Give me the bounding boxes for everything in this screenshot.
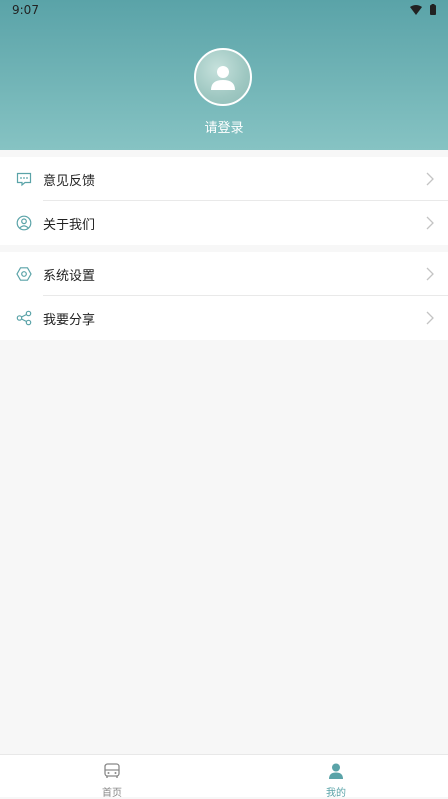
tab-home[interactable]: 首页 (82, 763, 142, 799)
user-icon (329, 763, 343, 779)
menu-item-label: 系统设置 (43, 269, 96, 284)
status-bar: 9:07 (0, 0, 448, 20)
bottom-tab-bar: 首页 我的 (0, 754, 448, 799)
menu-group-1: 意见反馈 关于我们 (0, 157, 448, 245)
feedback-icon (16, 172, 32, 187)
system-icons (410, 4, 436, 15)
tab-mine[interactable]: 我的 (306, 763, 366, 799)
menu-item-label: 关于我们 (43, 218, 96, 233)
chevron-right-icon (426, 267, 434, 281)
menu-item-settings[interactable]: 系统设置 (0, 252, 448, 296)
chevron-right-icon (426, 311, 434, 325)
menu-item-feedback[interactable]: 意见反馈 (0, 157, 448, 201)
login-link[interactable]: 请登录 (0, 117, 448, 136)
user-avatar[interactable] (194, 48, 252, 106)
menu-item-share[interactable]: 我要分享 (0, 296, 448, 340)
about-us-icon (16, 215, 32, 231)
menu-item-label: 我要分享 (43, 313, 96, 328)
menu-item-about-us[interactable]: 关于我们 (0, 201, 448, 245)
settings-icon (16, 267, 32, 281)
share-icon (16, 310, 32, 326)
chevron-right-icon (426, 216, 434, 230)
bus-icon (104, 763, 120, 778)
menu-item-label: 意见反馈 (43, 174, 96, 189)
menu-group-2: 系统设置 我要分享 (0, 252, 448, 340)
user-avatar-icon (211, 66, 235, 90)
chevron-right-icon (426, 172, 434, 186)
wifi-icon (410, 4, 422, 15)
status-time: 9:07 (12, 3, 39, 17)
profile-header: 9:07 请登录 (0, 0, 448, 150)
battery-icon (430, 4, 436, 15)
